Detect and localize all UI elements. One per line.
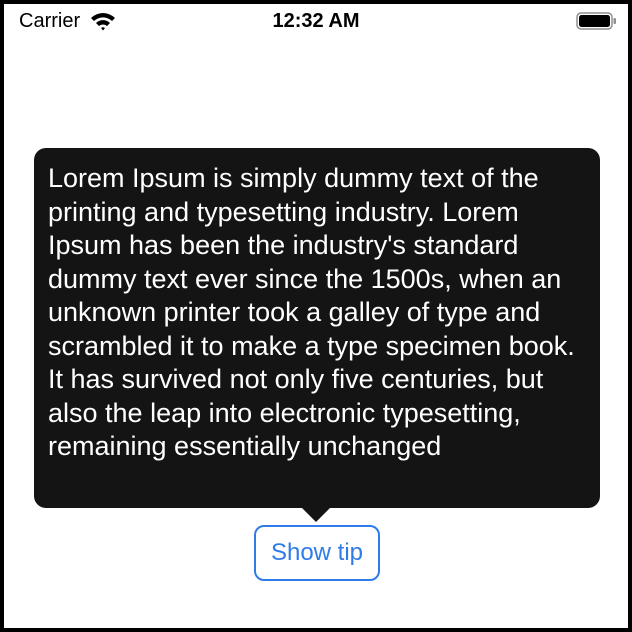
phone-screen: Carrier 12:32 AM Lorem Ipsum is simply d… [4,4,628,628]
status-time: 12:32 AM [272,10,360,32]
tooltip-arrow [302,508,330,522]
show-tip-button[interactable]: Show tip [254,525,380,581]
status-bar: Carrier 12:32 AM [4,4,628,38]
tooltip-text: Lorem Ipsum is simply dummy text of the … [48,163,575,461]
battery-icon [576,11,618,31]
tooltip-popover: Lorem Ipsum is simply dummy text of the … [34,148,600,508]
